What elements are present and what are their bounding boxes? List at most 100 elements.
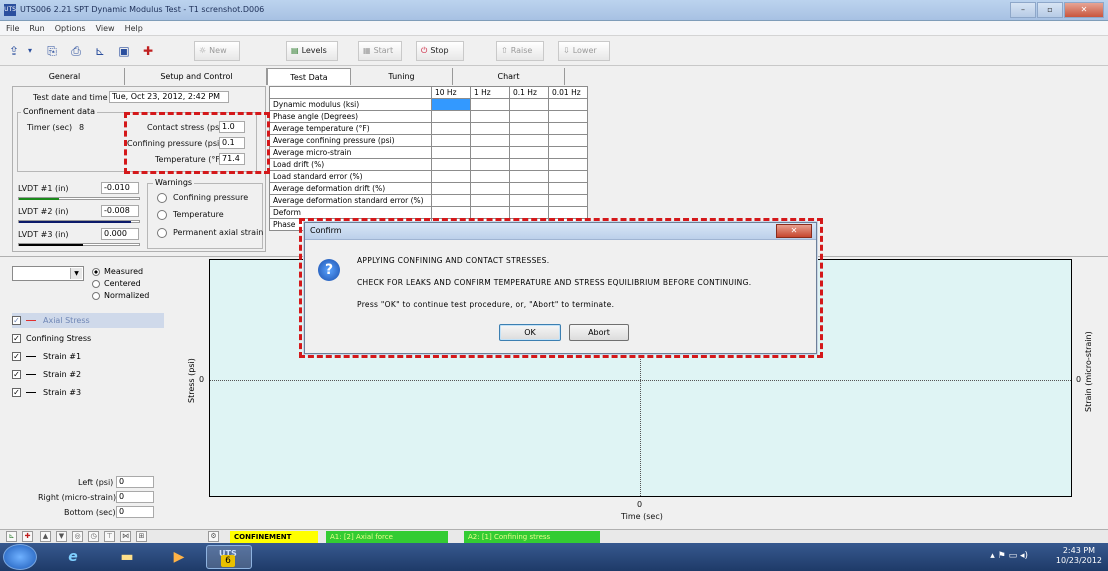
table-cell[interactable] — [509, 158, 549, 171]
normalized-radio[interactable] — [92, 292, 100, 300]
table-cell[interactable] — [470, 194, 510, 207]
print-icon[interactable]: ⎙ — [68, 43, 84, 59]
file-explorer-icon[interactable]: ▬ — [104, 545, 150, 569]
dropdown-arrow-icon[interactable]: ▾ — [22, 43, 38, 59]
menu-file[interactable]: File — [6, 21, 19, 35]
table-cell[interactable] — [431, 206, 471, 219]
series-item-strain-3[interactable]: ✓ Strain #3 — [12, 385, 164, 400]
table-cell[interactable] — [509, 206, 549, 219]
menu-run[interactable]: Run — [29, 21, 44, 35]
table-cell[interactable] — [548, 158, 588, 171]
status-tool-icon[interactable]: ✚ — [22, 531, 33, 542]
media-player-icon[interactable]: ▶ — [156, 545, 202, 569]
chevron-down-icon[interactable]: ▼ — [70, 268, 82, 279]
table-cell[interactable] — [470, 182, 510, 195]
internet-explorer-icon[interactable]: e — [50, 545, 96, 569]
table-cell[interactable] — [431, 122, 471, 135]
status-chart-icon[interactable]: ⊾ — [6, 531, 17, 542]
menu-view[interactable]: View — [96, 21, 115, 35]
table-cell[interactable] — [470, 134, 510, 147]
table-cell[interactable] — [431, 170, 471, 183]
checkbox-checked-icon[interactable]: ✓ — [12, 334, 21, 343]
table-cell[interactable] — [509, 170, 549, 183]
table-cell[interactable] — [470, 146, 510, 159]
zoom-icon[interactable]: ⊞ — [136, 531, 147, 542]
start-button[interactable] — [3, 544, 37, 570]
table-cell[interactable] — [548, 206, 588, 219]
series-item-confining-stress[interactable]: ✓ Confining Stress — [12, 331, 164, 346]
ok-button[interactable]: OK — [499, 324, 561, 341]
menu-help[interactable]: Help — [125, 21, 143, 35]
table-cell[interactable] — [431, 134, 471, 147]
table-cell[interactable] — [509, 134, 549, 147]
left-axis-value[interactable]: 0 — [116, 476, 154, 488]
table-cell[interactable] — [431, 158, 471, 171]
measured-radio[interactable] — [92, 268, 100, 276]
calibrate-icon[interactable]: ⊤ — [104, 531, 115, 542]
checkbox-checked-icon[interactable]: ✓ — [12, 352, 21, 361]
tab-chart[interactable]: Chart — [453, 68, 565, 85]
abort-button[interactable]: Abort — [569, 324, 629, 341]
open-icon[interactable]: ⇪ — [6, 43, 22, 59]
table-cell[interactable] — [509, 98, 549, 111]
table-cell[interactable] — [470, 98, 510, 111]
tab-setup-and-control[interactable]: Setup and Control — [127, 68, 267, 85]
tab-general[interactable]: General — [5, 68, 125, 85]
gauge-icon[interactable]: ◎ — [72, 531, 83, 542]
new-button[interactable]: ☼ New — [194, 41, 240, 61]
system-clock[interactable]: 2:43 PM 10/23/2012 — [1056, 546, 1102, 566]
dialog-close-button[interactable]: ✕ — [776, 224, 812, 238]
table-cell[interactable] — [509, 146, 549, 159]
settings-icon[interactable]: ✚ — [140, 43, 156, 59]
minimize-button[interactable]: – — [1010, 2, 1036, 18]
table-cell[interactable] — [470, 206, 510, 219]
uts-taskbar-button[interactable]: UTS 6 — [206, 545, 252, 569]
table-cell-selected[interactable] — [431, 98, 471, 111]
table-cell[interactable] — [470, 158, 510, 171]
table-cell[interactable] — [431, 194, 471, 207]
maximize-button[interactable]: ▫ — [1037, 2, 1063, 18]
graph-icon[interactable]: ⋈ — [120, 531, 131, 542]
levels-button[interactable]: ▤ Levels — [286, 41, 338, 61]
table-cell[interactable] — [431, 110, 471, 123]
copy-icon[interactable]: ⎘ — [44, 43, 60, 59]
table-cell[interactable] — [509, 122, 549, 135]
table-cell[interactable] — [509, 194, 549, 207]
close-button[interactable]: ✕ — [1064, 2, 1104, 18]
checkbox-checked-icon[interactable]: ✓ — [12, 388, 21, 397]
checkbox-checked-icon[interactable]: ✓ — [12, 316, 21, 325]
table-cell[interactable] — [548, 170, 588, 183]
checkbox-checked-icon[interactable]: ✓ — [12, 370, 21, 379]
save-icon[interactable]: ▣ — [116, 43, 132, 59]
lower-button[interactable]: ⇩ Lower — [558, 41, 610, 61]
tab-test-data[interactable]: Test Data — [267, 68, 351, 85]
table-cell[interactable] — [548, 146, 588, 159]
table-cell[interactable] — [470, 110, 510, 123]
table-cell[interactable] — [548, 194, 588, 207]
table-cell[interactable] — [509, 110, 549, 123]
system-tray-icons[interactable]: ▴ ⚑ ▭ ◂) — [990, 551, 1028, 561]
up-arrow-icon[interactable]: ▲ — [40, 531, 51, 542]
table-cell[interactable] — [470, 122, 510, 135]
tab-tuning[interactable]: Tuning — [351, 68, 453, 85]
raise-button[interactable]: ⇧ Raise — [496, 41, 544, 61]
centered-radio[interactable] — [92, 280, 100, 288]
start-button[interactable]: ▦ Start — [358, 41, 402, 61]
series-item-strain-1[interactable]: ✓ Strain #1 — [12, 349, 164, 364]
series-item-axial-stress[interactable]: ✓ Axial Stress — [12, 313, 164, 328]
table-cell[interactable] — [431, 146, 471, 159]
table-cell[interactable] — [431, 182, 471, 195]
table-cell[interactable] — [509, 182, 549, 195]
table-cell[interactable] — [548, 122, 588, 135]
table-cell[interactable] — [548, 98, 588, 111]
settings-icon[interactable]: ⚙ — [208, 531, 219, 542]
stop-button[interactable]: ⏻ Stop — [416, 41, 464, 61]
table-cell[interactable] — [548, 134, 588, 147]
bottom-axis-value[interactable]: 0 — [116, 506, 154, 518]
clock-icon[interactable]: ◷ — [88, 531, 99, 542]
right-axis-value[interactable]: 0 — [116, 491, 154, 503]
chart-selector-dropdown[interactable]: ▼ — [12, 266, 84, 281]
down-arrow-icon[interactable]: ▼ — [56, 531, 67, 542]
menu-options[interactable]: Options — [55, 21, 86, 35]
chart-icon[interactable]: ⊾ — [92, 43, 108, 59]
